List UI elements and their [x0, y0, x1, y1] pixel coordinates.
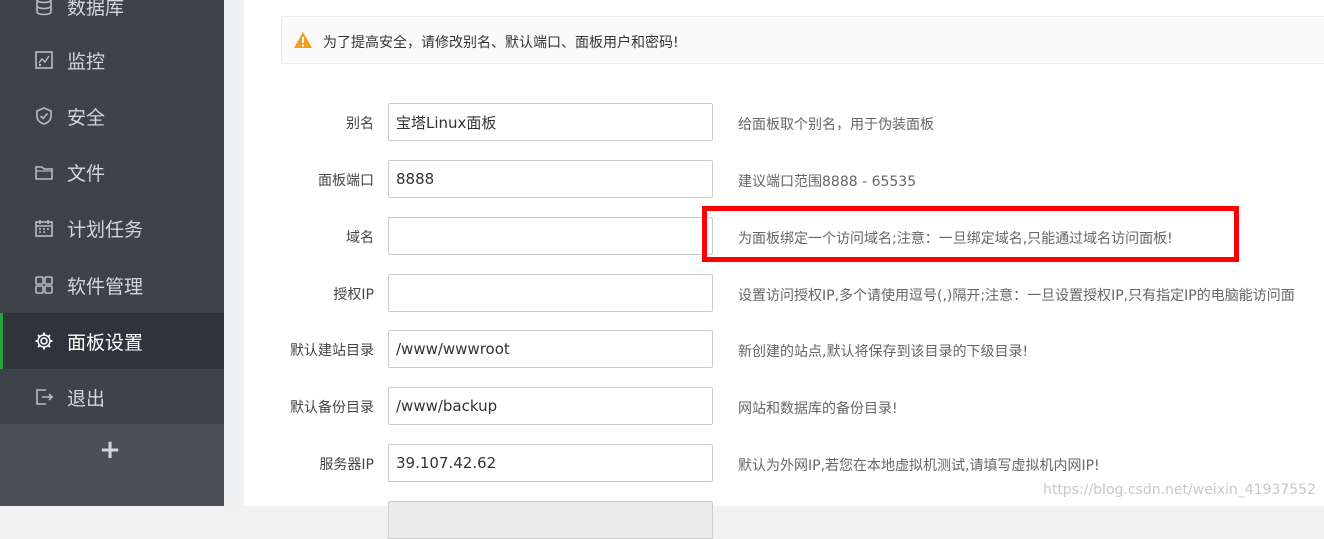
backup-dir-input[interactable]: [388, 387, 713, 425]
watermark: https://blog.csdn.net/weixin_41937552: [1042, 482, 1316, 498]
domain-input[interactable]: [388, 217, 713, 255]
server-ip-hint: 默认为外网IP,若您在本地虚拟机测试,请填写虚拟机内网IP!: [738, 458, 1100, 474]
alias-input[interactable]: [388, 103, 713, 141]
sidebar-item-label: 计划任务: [67, 218, 144, 241]
site-dir-hint: 新创建的站点,默认将保存到该目录的下级目录!: [738, 344, 1029, 360]
alert-text: 为了提高安全，请修改别名、默认端口、面板用户和密码!: [323, 35, 679, 51]
auth-ip-hint: 设置访问授权IP,多个请使用逗号(,)隔开;注意：一旦设置授权IP,只有指定IP…: [738, 288, 1295, 304]
sidebar-item-logout[interactable]: 退出: [0, 369, 224, 425]
form-row-next: [244, 501, 1324, 539]
port-hint: 建议端口范围8888 - 65535: [738, 174, 917, 190]
warning-icon: [294, 32, 312, 48]
port-input[interactable]: [388, 160, 713, 198]
highlight-box: [702, 206, 1239, 262]
server-ip-label: 服务器IP: [319, 457, 374, 473]
sidebar-item-security[interactable]: 安全: [0, 88, 224, 144]
server-ip-input[interactable]: [388, 444, 713, 482]
form-row-site-dir: 默认建站目录 新创建的站点,默认将保存到该目录的下级目录!: [244, 330, 1324, 368]
form-row-port: 面板端口 建议端口范围8888 - 65535: [244, 160, 1324, 198]
add-button[interactable]: +: [96, 436, 124, 464]
calendar-icon: [35, 220, 53, 237]
domain-label: 域名: [346, 230, 374, 246]
auth-ip-label: 授权IP: [333, 287, 374, 303]
sidebar-item-database[interactable]: 数据库: [0, 0, 224, 34]
sidebar-item-cron[interactable]: 计划任务: [0, 200, 224, 256]
grid-icon: [35, 276, 53, 294]
alias-hint: 给面板取个别名，用于伪装面板: [738, 117, 934, 133]
security-alert: 为了提高安全，请修改别名、默认端口、面板用户和密码!: [281, 16, 1324, 64]
monitor-icon: [35, 51, 53, 69]
sidebar-item-label: 监控: [67, 50, 106, 73]
backup-dir-label: 默认备份目录: [290, 400, 374, 416]
layout-gutter: [224, 0, 244, 506]
sidebar-item-label: 软件管理: [67, 275, 144, 298]
site-dir-input[interactable]: [388, 330, 713, 368]
form-row-backup-dir: 默认备份目录 网站和数据库的备份目录!: [244, 387, 1324, 425]
logout-icon: [36, 389, 54, 405]
shield-icon: [36, 107, 52, 125]
sidebar-item-label: 退出: [67, 387, 106, 410]
database-icon: [36, 0, 52, 16]
form-row-server-ip: 服务器IP 默认为外网IP,若您在本地虚拟机测试,请填写虚拟机内网IP!: [244, 444, 1324, 482]
sidebar-item-label: 文件: [67, 162, 106, 185]
sidebar-item-label: 面板设置: [67, 331, 144, 354]
folder-icon: [35, 166, 53, 180]
form-row-alias: 别名 给面板取个别名，用于伪装面板: [244, 103, 1324, 141]
sidebar-item-files[interactable]: 文件: [0, 144, 224, 200]
form-row-auth-ip: 授权IP 设置访问授权IP,多个请使用逗号(,)隔开;注意：一旦设置授权IP,只…: [244, 274, 1324, 312]
sidebar: 数据库 监控 安全 文件 计划任务 软件管理 面板设置 退出 +: [0, 0, 224, 506]
alias-label: 别名: [346, 116, 374, 132]
port-label: 面板端口: [318, 173, 374, 189]
site-dir-label: 默认建站目录: [290, 343, 374, 359]
backup-dir-hint: 网站和数据库的备份目录!: [738, 401, 898, 417]
next-field[interactable]: [388, 501, 713, 539]
sidebar-item-label: 安全: [67, 106, 106, 129]
sidebar-item-label: 数据库: [67, 0, 125, 19]
sidebar-item-software[interactable]: 软件管理: [0, 257, 224, 313]
sidebar-item-monitor[interactable]: 监控: [0, 32, 224, 88]
auth-ip-input[interactable]: [388, 274, 713, 312]
settings-panel: 为了提高安全，请修改别名、默认端口、面板用户和密码! 别名 给面板取个别名，用于…: [244, 0, 1324, 539]
gear-icon: [35, 332, 53, 350]
sidebar-item-panel-settings[interactable]: 面板设置: [0, 313, 224, 369]
